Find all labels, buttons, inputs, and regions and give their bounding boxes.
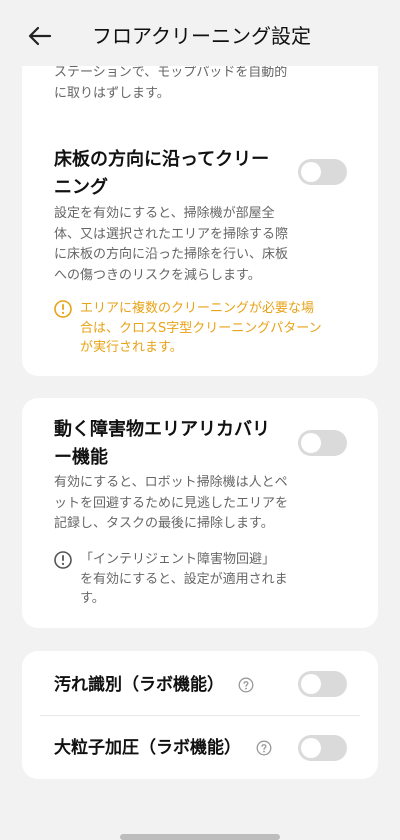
floorboard-direction-description: 設定を有効にすると、掃除機が部屋全 体、又は選択されたエリアを掃除する際 に床板…	[54, 206, 289, 283]
mop-pad-description: ステーションで、モップパッドを自動的 に取りはずします。	[54, 65, 288, 101]
top-bar: フロアクリーニング設定	[0, 0, 400, 66]
floorboard-direction-title: 床板の方向に沿ってクリー ニング	[54, 149, 270, 198]
row-divider	[40, 715, 360, 716]
floorboard-direction-toggle[interactable]	[298, 159, 347, 185]
moving-obstacle-recovery-toggle[interactable]	[298, 430, 347, 456]
moving-obstacle-recovery-description: 有効にすると、ロボット掃除機は人とペ ットを回避するために見逃したエリアを 記録…	[54, 475, 289, 531]
large-particle-boost-label: 大粒子加圧（ラボ機能）	[54, 738, 241, 758]
home-indicator[interactable]	[120, 834, 280, 840]
moving-obstacle-recovery-title: 動く障害物エリアリカバリ ー機能	[54, 419, 270, 468]
info-text: 「インテリジェント障害物回避」 を有効にすると、設定が適用されま す。	[80, 552, 288, 606]
info-circle-icon	[54, 551, 72, 569]
help-circle-icon[interactable]	[238, 677, 254, 693]
warning-text: エリアに複数のクリーニングが必要な場 合は、クロスS字型クリーニングパターン が…	[80, 301, 322, 355]
toggle-knob	[301, 738, 321, 758]
dirt-recognition-label: 汚れ識別（ラボ機能）	[54, 675, 224, 695]
toggle-knob	[301, 433, 321, 453]
dirt-recognition-toggle[interactable]	[298, 671, 347, 697]
back-arrow-icon[interactable]	[26, 22, 54, 50]
moving-obstacle-recovery-card: 動く障害物エリアリカバリ ー機能 有効にすると、ロボット掃除機は人とペ ットを回…	[22, 398, 378, 628]
lab-features-card: 汚れ識別（ラボ機能） 大粒子加圧（ラボ機能）	[22, 651, 378, 779]
page-title: フロアクリーニング設定	[92, 24, 311, 48]
large-particle-boost-toggle[interactable]	[298, 735, 347, 761]
floorboard-direction-card: ステーションで、モップパッドを自動的 に取りはずします。 床板の方向に沿ってクリ…	[22, 40, 378, 376]
warning-circle-icon	[54, 300, 72, 318]
toggle-knob	[301, 162, 321, 182]
toggle-knob	[301, 674, 321, 694]
help-circle-icon[interactable]	[256, 740, 272, 756]
